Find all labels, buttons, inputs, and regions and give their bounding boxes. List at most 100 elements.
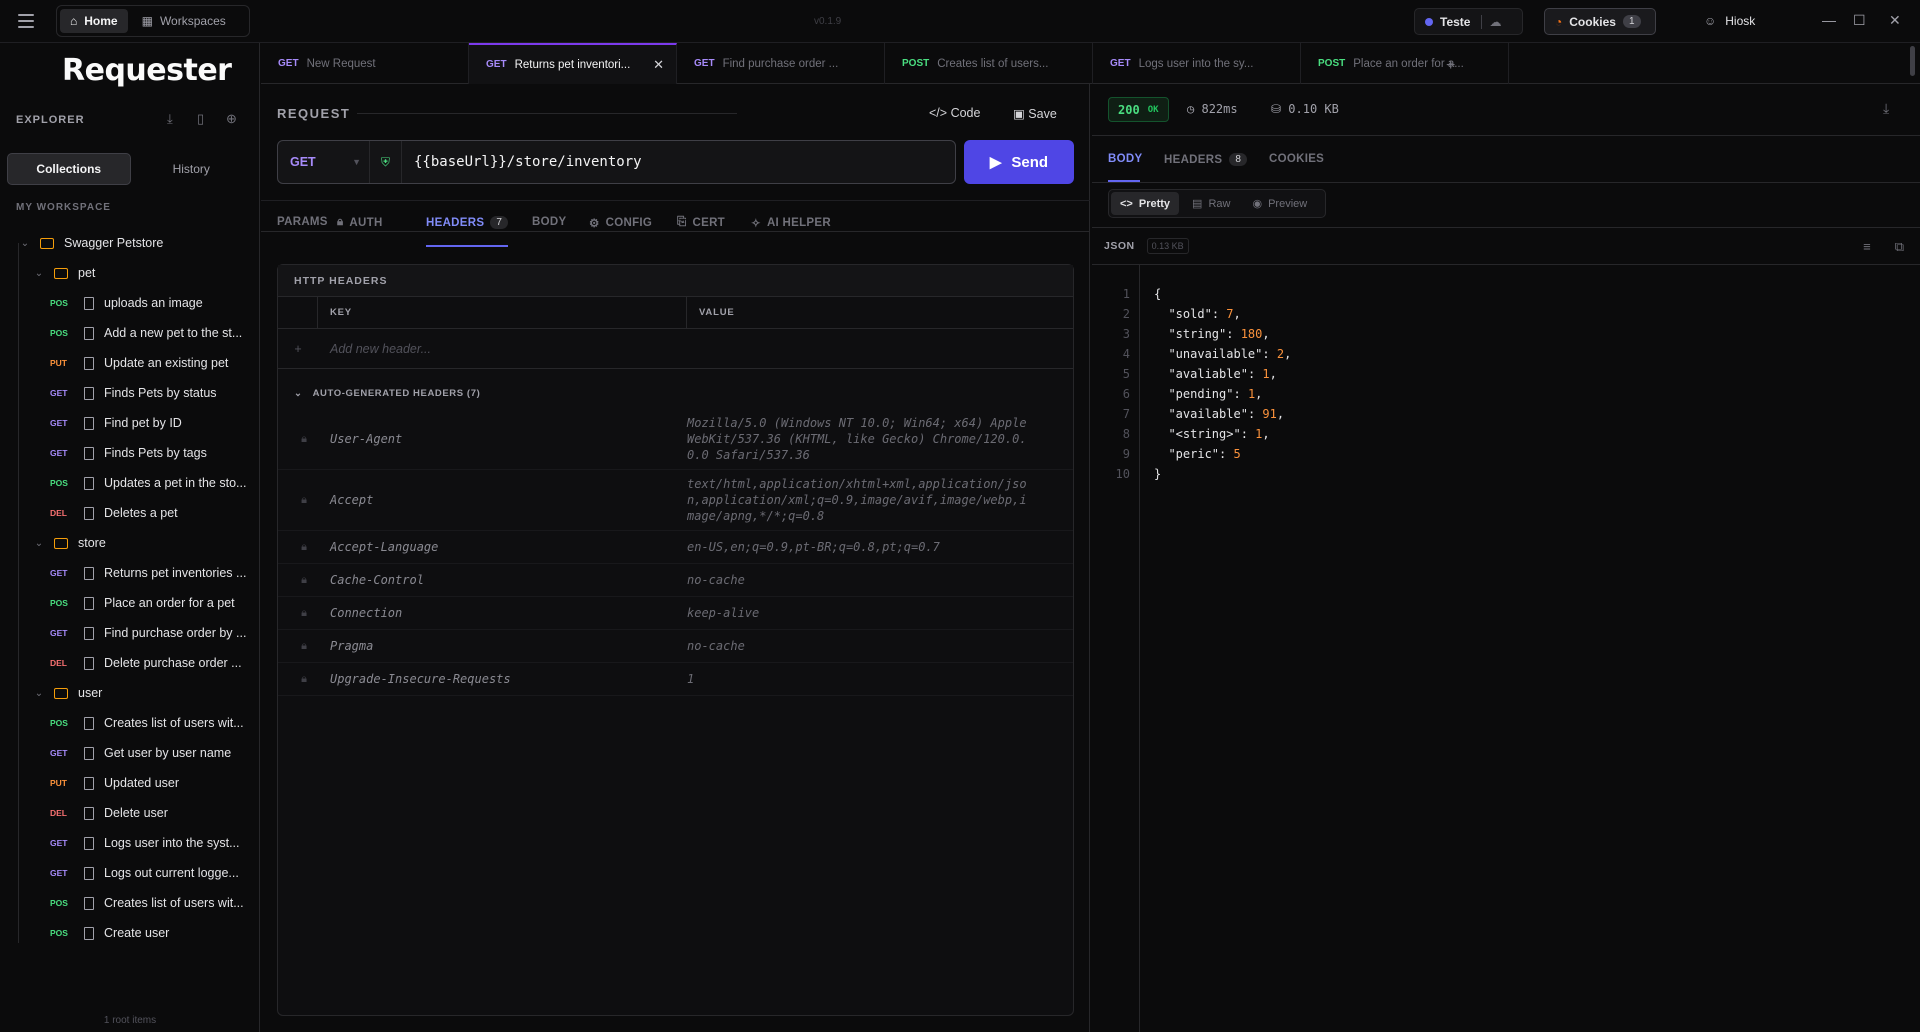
send-button[interactable]: ▶ Send — [964, 140, 1074, 184]
shield-icon[interactable]: ⛨ — [370, 141, 402, 183]
tab-body[interactable]: BODY — [532, 216, 566, 228]
request-item[interactable]: GET Find pet by ID — [0, 408, 258, 438]
tab-headers[interactable]: HEADERS 7 — [426, 216, 509, 229]
home-button[interactable]: ⌂ Home — [60, 9, 128, 33]
view-raw[interactable]: ▤ Raw — [1183, 192, 1239, 215]
folder-item[interactable]: ⌄ user — [0, 678, 258, 708]
line-number: 7 — [1122, 407, 1130, 421]
tab-config[interactable]: ⚙ CONFIG — [589, 216, 652, 230]
request-item[interactable]: GET Finds Pets by tags — [0, 438, 258, 468]
menu-icon[interactable] — [18, 14, 34, 28]
request-item[interactable]: GET Logs out current logge... — [0, 858, 258, 888]
tab-request[interactable]: GET Returns pet inventori... ✕ — [469, 43, 677, 84]
scrollbar[interactable] — [1910, 46, 1915, 76]
tab-cert[interactable]: ⎘ CERT — [677, 216, 725, 229]
request-item[interactable]: POS Updates a pet in the sto... — [0, 468, 258, 498]
collection-item[interactable]: ⌄ Swagger Petstore — [0, 228, 258, 258]
line-number: 5 — [1122, 367, 1130, 381]
method-badge: POS — [50, 298, 68, 308]
collections-tab[interactable]: Collections — [7, 153, 131, 185]
maximize-icon[interactable]: ☐ — [1853, 12, 1866, 29]
save-button[interactable]: ▣ Save — [1013, 106, 1057, 121]
request-item[interactable]: POS Creates list of users wit... — [0, 708, 258, 738]
folder-item[interactable]: ⌄ pet — [0, 258, 258, 288]
add-collection-icon[interactable]: ⊕ — [226, 111, 237, 127]
close-icon[interactable]: ✕ — [653, 57, 664, 73]
request-item[interactable]: POS Creates list of users wit... — [0, 888, 258, 918]
request-title: REQUEST — [277, 106, 351, 121]
new-file-icon[interactable]: ▯ — [197, 111, 204, 127]
headers-panel-title: HTTP HEADERS — [278, 265, 1073, 297]
request-item[interactable]: GET Returns pet inventories ... — [0, 558, 258, 588]
request-item[interactable]: GET Logs user into the syst... — [0, 828, 258, 858]
history-tab[interactable]: History — [131, 153, 253, 185]
key-column-header: KEY — [318, 297, 687, 328]
method-badge: GET — [50, 748, 68, 758]
environment-dot-icon — [1425, 17, 1433, 26]
code-text: "unavailable": 2, — [1168, 347, 1292, 361]
database-icon: ⛁ — [1271, 102, 1282, 116]
tab-label: Logs user into the sy... — [1138, 57, 1254, 70]
url-input[interactable]: {{baseUrl}}/store/inventory — [402, 154, 642, 170]
download-icon[interactable]: ⤓ — [1883, 100, 1889, 117]
tab-request[interactable]: POST Creates list of users... — [885, 43, 1093, 84]
request-item[interactable]: GET Find purchase order by ... — [0, 618, 258, 648]
line-number: 3 — [1122, 327, 1130, 341]
lock-icon: 🔒︎ — [337, 216, 344, 228]
auto-headers-toggle[interactable]: ⌄ AUTO-GENERATED HEADERS (7) — [278, 377, 1073, 409]
tab-request[interactable]: GET Logs user into the sy... — [1093, 43, 1301, 84]
tab-response-headers[interactable]: HEADERS 8 — [1164, 153, 1248, 166]
view-pretty[interactable]: <> Pretty — [1111, 192, 1180, 215]
sidebar-view-toggle: Collections History — [7, 153, 252, 185]
request-item[interactable]: POS uploads an image — [0, 288, 258, 318]
request-item[interactable]: GET Finds Pets by status — [0, 378, 258, 408]
import-icon[interactable]: ⤓ — [167, 111, 173, 127]
method-select[interactable]: GET ▼ — [278, 141, 370, 183]
workspaces-button[interactable]: ▦ Workspaces — [132, 9, 236, 33]
cookies-button[interactable]: ◔ Cookies 1 — [1544, 8, 1656, 35]
close-window-icon[interactable]: ✕ — [1889, 12, 1901, 29]
copy-icon[interactable]: ⧉ — [1895, 239, 1904, 255]
folder-item[interactable]: ⌄ store — [0, 528, 258, 558]
version-label: v0.1.9 — [814, 16, 842, 27]
request-item[interactable]: DEL Deletes a pet — [0, 498, 258, 528]
environment-selector[interactable]: Teste ☁ — [1414, 8, 1523, 35]
user-menu[interactable]: ☺ Hiosk — [1704, 14, 1755, 28]
tab-response-body[interactable]: BODY — [1108, 153, 1142, 165]
request-item[interactable]: POS Create user — [0, 918, 258, 948]
request-item[interactable]: GET Get user by user name — [0, 738, 258, 768]
header-value: en-US,en;q=0.9,pt-BR;q=0.8,pt;q=0.7 — [687, 540, 940, 554]
tab-request[interactable]: GET New Request — [261, 43, 469, 84]
certificate-icon: ⎘ — [677, 216, 687, 228]
request-item[interactable]: PUT Updated user — [0, 768, 258, 798]
request-item[interactable]: DEL Delete user — [0, 798, 258, 828]
header-key: Accept-Language — [330, 540, 439, 554]
request-item[interactable]: DEL Delete purchase order ... — [0, 648, 258, 678]
tab-auth[interactable]: 🔒︎ AUTH — [337, 216, 383, 229]
add-header-input[interactable]: Add new header... — [318, 342, 431, 356]
wrap-icon[interactable]: ≡ — [1863, 239, 1871, 255]
cloud-icon[interactable]: ☁ — [1489, 15, 1501, 29]
tab-request[interactable]: POST Place an order for a... — [1301, 43, 1509, 84]
file-icon — [84, 896, 94, 910]
tab-response-cookies[interactable]: COOKIES — [1269, 153, 1324, 165]
value-column-header: VALUE — [699, 307, 735, 318]
format-label: JSON — [1104, 240, 1135, 252]
request-item[interactable]: POS Place an order for a pet — [0, 588, 258, 618]
request-item[interactable]: POS Add a new pet to the st... — [0, 318, 258, 348]
lock-icon: 🔒︎ — [301, 606, 307, 619]
tab-label: Creates list of users... — [937, 57, 1049, 70]
json-key: "peric" — [1168, 447, 1220, 461]
tab-params[interactable]: PARAMS — [277, 216, 328, 228]
tab-request[interactable]: GET Find purchase order ... — [677, 43, 885, 84]
divider — [1481, 14, 1483, 29]
add-header-row[interactable]: + Add new header... — [278, 329, 1073, 369]
minimize-icon[interactable]: — — [1822, 12, 1836, 28]
code-button[interactable]: </> Code — [929, 106, 980, 120]
request-item[interactable]: PUT Update an existing pet — [0, 348, 258, 378]
new-tab-icon[interactable]: + — [1446, 57, 1455, 75]
tab-ai-helper[interactable]: ✧ AI HELPER — [751, 216, 831, 230]
view-preview[interactable]: ◉ Preview — [1243, 192, 1316, 215]
method-badge: DEL — [50, 658, 67, 668]
code-line: 3 "string": 180, — [1092, 324, 1920, 344]
